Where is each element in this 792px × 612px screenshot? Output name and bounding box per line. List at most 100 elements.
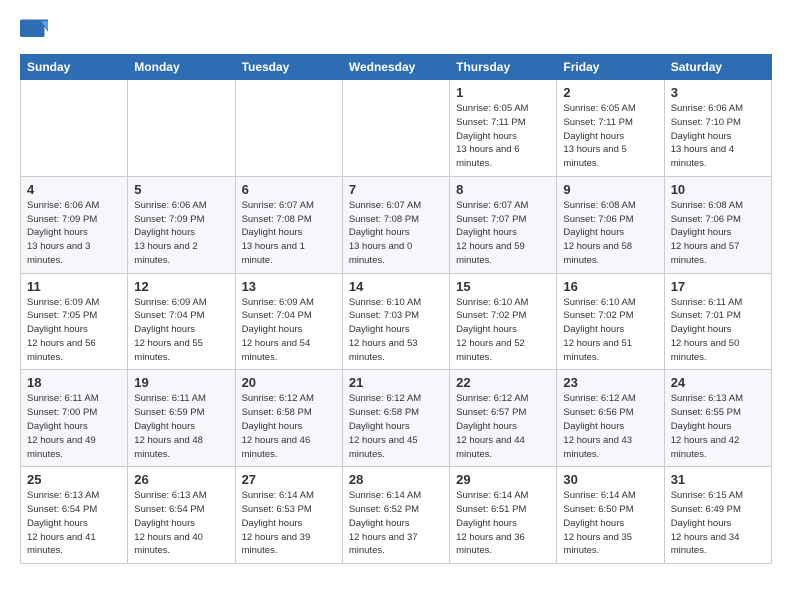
day-info: Sunrise: 6:06 AMSunset: 7:09 PMDaylight … [27,199,121,268]
day-number: 14 [349,279,443,294]
day-info: Sunrise: 6:05 AMSunset: 7:11 PMDaylight … [456,102,550,171]
day-info: Sunrise: 6:05 AMSunset: 7:11 PMDaylight … [563,102,657,171]
day-info: Sunrise: 6:07 AMSunset: 7:08 PMDaylight … [349,199,443,268]
day-number: 7 [349,182,443,197]
day-info: Sunrise: 6:11 AMSunset: 6:59 PMDaylight … [134,392,228,461]
col-header-monday: Monday [128,55,235,80]
page: SundayMondayTuesdayWednesdayThursdayFrid… [0,0,792,580]
calendar-cell: 31Sunrise: 6:15 AMSunset: 6:49 PMDayligh… [664,467,771,564]
calendar-cell: 3Sunrise: 6:06 AMSunset: 7:10 PMDaylight… [664,80,771,177]
calendar-cell: 23 Sunrise: 6:12 AMSunset: 6:56 PMDayligh… [557,370,664,467]
day-info: Sunrise: 6:12 AMSunset: 6:56 PMDaylight … [563,392,657,461]
calendar-cell: 28 Sunrise: 6:14 AMSunset: 6:52 PMDayligh… [342,467,449,564]
day-number: 23 [563,375,657,390]
day-info: Sunrise: 6:15 AMSunset: 6:49 PMDaylight … [671,489,765,558]
day-number: 4 [27,182,121,197]
day-number: 20 [242,375,336,390]
day-number: 27 [242,472,336,487]
day-number: 6 [242,182,336,197]
day-info: Sunrise: 6:12 AMSunset: 6:58 PMDaylight … [349,392,443,461]
day-number: 16 [563,279,657,294]
day-number: 25 [27,472,121,487]
day-number: 3 [671,85,765,100]
day-info: Sunrise: 6:13 AMSunset: 6:54 PMDaylight … [134,489,228,558]
calendar-cell: 6 Sunrise: 6:07 AMSunset: 7:08 PMDaylight… [235,176,342,273]
calendar-cell: 11 Sunrise: 6:09 AMSunset: 7:05 PMDayligh… [21,273,128,370]
day-number: 9 [563,182,657,197]
col-header-friday: Friday [557,55,664,80]
day-number: 22 [456,375,550,390]
calendar-cell: 20 Sunrise: 6:12 AMSunset: 6:58 PMDayligh… [235,370,342,467]
day-info: Sunrise: 6:06 AMSunset: 7:09 PMDaylight … [134,199,228,268]
day-number: 30 [563,472,657,487]
day-info: Sunrise: 6:08 AMSunset: 7:06 PMDaylight … [563,199,657,268]
day-info: Sunrise: 6:14 AMSunset: 6:51 PMDaylight … [456,489,550,558]
day-number: 2 [563,85,657,100]
calendar-table: SundayMondayTuesdayWednesdayThursdayFrid… [20,54,772,564]
day-info: Sunrise: 6:09 AMSunset: 7:04 PMDaylight … [134,296,228,365]
col-header-saturday: Saturday [664,55,771,80]
calendar-cell: 27 Sunrise: 6:14 AMSunset: 6:53 PMDayligh… [235,467,342,564]
header [20,16,772,44]
calendar-row-3: 11 Sunrise: 6:09 AMSunset: 7:05 PMDayligh… [21,273,772,370]
logo [20,16,52,44]
day-number: 28 [349,472,443,487]
col-header-sunday: Sunday [21,55,128,80]
day-info: Sunrise: 6:09 AMSunset: 7:05 PMDaylight … [27,296,121,365]
calendar-cell: 9 Sunrise: 6:08 AMSunset: 7:06 PMDaylight… [557,176,664,273]
calendar-cell: 4 Sunrise: 6:06 AMSunset: 7:09 PMDaylight… [21,176,128,273]
day-number: 21 [349,375,443,390]
calendar-cell [235,80,342,177]
calendar-row-2: 4 Sunrise: 6:06 AMSunset: 7:09 PMDaylight… [21,176,772,273]
calendar-cell: 10Sunrise: 6:08 AMSunset: 7:06 PMDayligh… [664,176,771,273]
calendar-cell: 15Sunrise: 6:10 AMSunset: 7:02 PMDayligh… [450,273,557,370]
calendar-cell: 17Sunrise: 6:11 AMSunset: 7:01 PMDayligh… [664,273,771,370]
calendar-cell: 8Sunrise: 6:07 AMSunset: 7:07 PMDaylight… [450,176,557,273]
col-header-tuesday: Tuesday [235,55,342,80]
day-info: Sunrise: 6:14 AMSunset: 6:50 PMDaylight … [563,489,657,558]
day-number: 15 [456,279,550,294]
day-number: 10 [671,182,765,197]
day-info: Sunrise: 6:09 AMSunset: 7:04 PMDaylight … [242,296,336,365]
col-header-wednesday: Wednesday [342,55,449,80]
day-info: Sunrise: 6:14 AMSunset: 6:52 PMDaylight … [349,489,443,558]
day-info: Sunrise: 6:10 AMSunset: 7:03 PMDaylight … [349,296,443,365]
calendar-cell: 16Sunrise: 6:10 AMSunset: 7:02 PMDayligh… [557,273,664,370]
calendar-cell: 29Sunrise: 6:14 AMSunset: 6:51 PMDayligh… [450,467,557,564]
calendar-row-1: 1Sunrise: 6:05 AMSunset: 7:11 PMDaylight… [21,80,772,177]
calendar-cell [21,80,128,177]
day-number: 18 [27,375,121,390]
calendar-cell: 18 Sunrise: 6:11 AMSunset: 7:00 PMDayligh… [21,370,128,467]
day-number: 8 [456,182,550,197]
calendar-cell: 25 Sunrise: 6:13 AMSunset: 6:54 PMDayligh… [21,467,128,564]
day-info: Sunrise: 6:12 AMSunset: 6:58 PMDaylight … [242,392,336,461]
calendar-cell: 24 Sunrise: 6:13 AMSunset: 6:55 PMDayligh… [664,370,771,467]
calendar-cell: 22 Sunrise: 6:12 AMSunset: 6:57 PMDayligh… [450,370,557,467]
calendar-cell [342,80,449,177]
day-info: Sunrise: 6:07 AMSunset: 7:08 PMDaylight … [242,199,336,268]
day-info: Sunrise: 6:11 AMSunset: 7:00 PMDaylight … [27,392,121,461]
day-number: 11 [27,279,121,294]
day-number: 17 [671,279,765,294]
day-number: 19 [134,375,228,390]
calendar-cell: 26 Sunrise: 6:13 AMSunset: 6:54 PMDayligh… [128,467,235,564]
calendar-row-5: 25 Sunrise: 6:13 AMSunset: 6:54 PMDayligh… [21,467,772,564]
calendar-row-4: 18 Sunrise: 6:11 AMSunset: 7:00 PMDayligh… [21,370,772,467]
day-number: 24 [671,375,765,390]
day-info: Sunrise: 6:14 AMSunset: 6:53 PMDaylight … [242,489,336,558]
calendar-cell: 7 Sunrise: 6:07 AMSunset: 7:08 PMDaylight… [342,176,449,273]
day-number: 26 [134,472,228,487]
calendar-cell: 1Sunrise: 6:05 AMSunset: 7:11 PMDaylight… [450,80,557,177]
day-info: Sunrise: 6:13 AMSunset: 6:55 PMDaylight … [671,392,765,461]
calendar-header-row: SundayMondayTuesdayWednesdayThursdayFrid… [21,55,772,80]
day-number: 12 [134,279,228,294]
calendar-cell: 13 Sunrise: 6:09 AMSunset: 7:04 PMDayligh… [235,273,342,370]
calendar-cell: 12 Sunrise: 6:09 AMSunset: 7:04 PMDayligh… [128,273,235,370]
day-info: Sunrise: 6:13 AMSunset: 6:54 PMDaylight … [27,489,121,558]
calendar-cell: 30 Sunrise: 6:14 AMSunset: 6:50 PMDayligh… [557,467,664,564]
calendar-cell: 19 Sunrise: 6:11 AMSunset: 6:59 PMDayligh… [128,370,235,467]
calendar-cell: 5Sunrise: 6:06 AMSunset: 7:09 PMDaylight… [128,176,235,273]
logo-icon [20,16,48,44]
day-info: Sunrise: 6:12 AMSunset: 6:57 PMDaylight … [456,392,550,461]
day-number: 13 [242,279,336,294]
